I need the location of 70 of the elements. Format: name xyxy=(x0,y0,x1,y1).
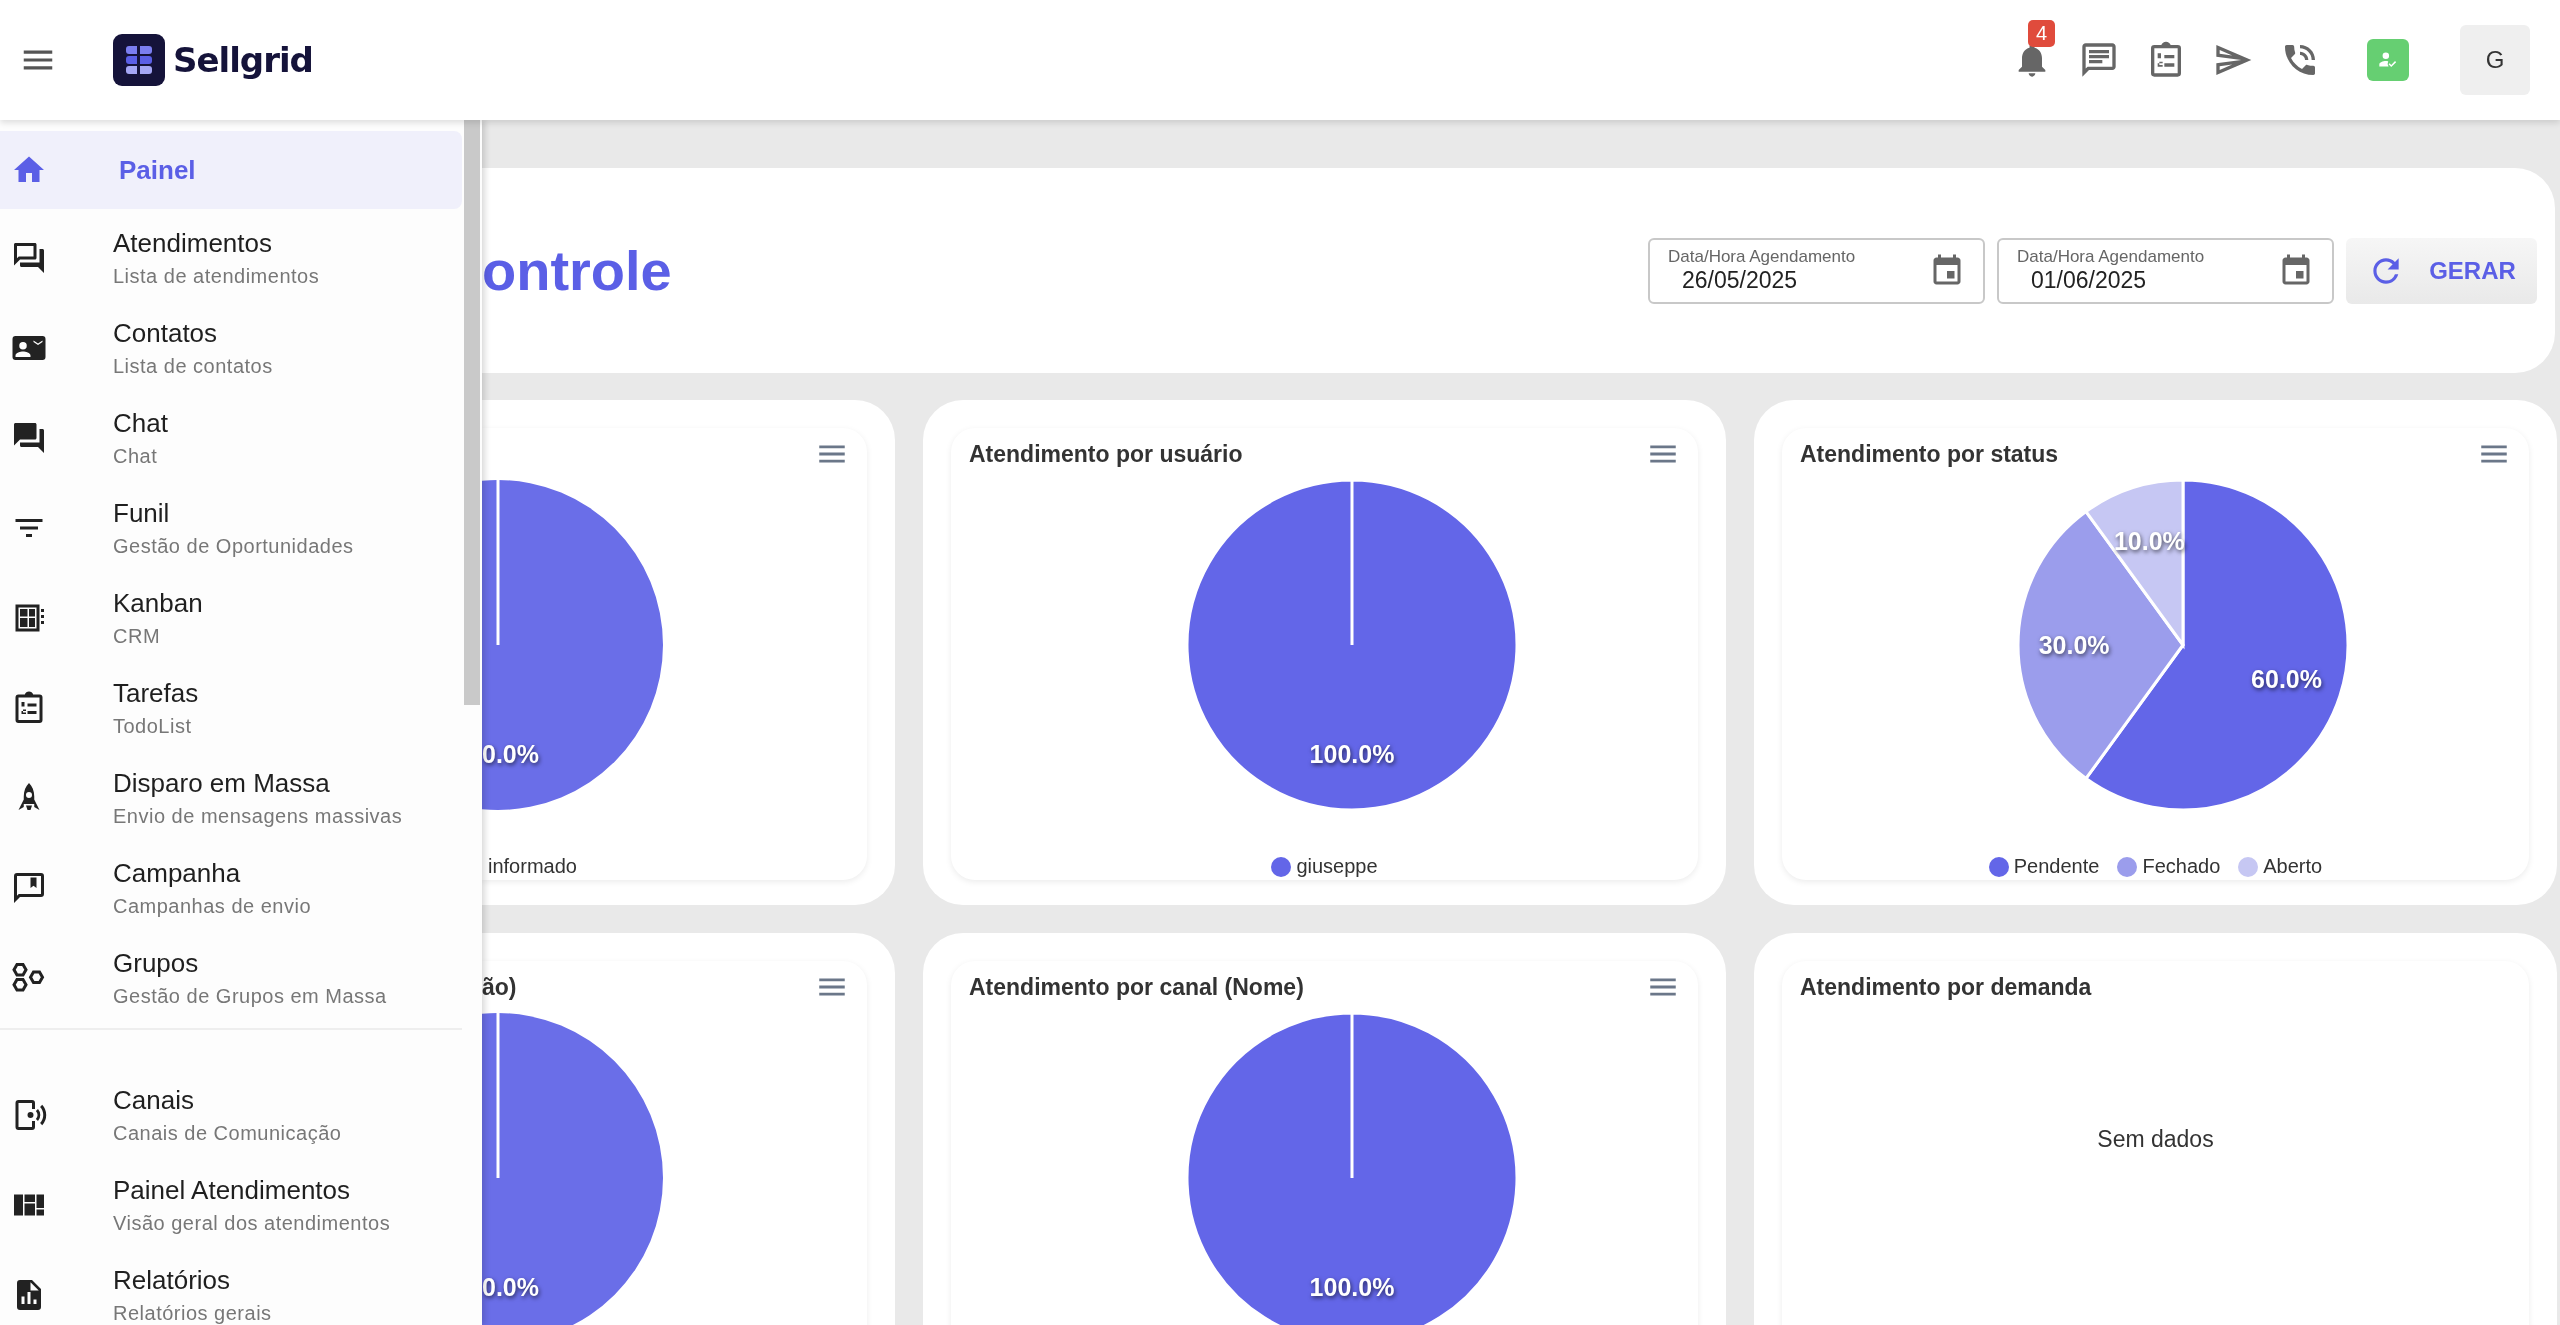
sidebar-item[interactable]: Funil Gestão de Oportunidades xyxy=(0,483,462,573)
sidebar-item-subtitle: Gestão de Grupos em Massa xyxy=(113,985,387,1008)
sidebar-item-subtitle: Relatórios gerais xyxy=(113,1302,272,1325)
sidebar-item-subtitle: Chat xyxy=(113,445,159,468)
sidebar-item-title: Atendimentos xyxy=(113,228,273,259)
date-field-label: Data/Hora Agendamento xyxy=(1668,247,1856,267)
legend-label[interactable]: Aberto xyxy=(2263,855,2323,878)
date-field-value: 01/06/2025 xyxy=(2031,267,2148,294)
user-avatar[interactable]: G xyxy=(2460,25,2530,95)
data-label: 0.0% xyxy=(482,740,539,768)
sidebar-item[interactable]: Kanban CRM xyxy=(0,573,462,663)
sidebar-item[interactable]: Disparo em Massa Envio de mensagens massivas xyxy=(0,753,462,843)
sidebar-item-title: Tarefas xyxy=(113,678,199,709)
sidebar-item-title: Relatórios xyxy=(113,1265,232,1296)
sidebar-item-subtitle: Visão geral dos atendimentos xyxy=(113,1212,391,1235)
sidebar-item-subtitle: Campanhas de envio xyxy=(113,895,311,918)
sidebar-item-title: Chat xyxy=(113,408,168,439)
sidebar-item-title: Painel Atendimentos xyxy=(113,1175,352,1206)
sidebar-item[interactable]: Grupos Gestão de Grupos em Massa xyxy=(0,933,462,1023)
sidebar-item[interactable]: Painel Atendimentos Visão geral dos atendimentos xyxy=(0,1160,462,1250)
sidebar-item-title: Contatos xyxy=(113,318,219,349)
sidebar-item[interactable]: Relatórios Relatórios gerais xyxy=(0,1250,462,1325)
sidebar-item-title: Painel xyxy=(119,154,196,186)
sidebar-item-subtitle: Envio de mensagens massivas xyxy=(113,805,403,828)
sidebar-item[interactable]: Painel xyxy=(0,131,462,209)
legend-label[interactable]: giuseppe xyxy=(1296,855,1378,878)
sidebar-item-subtitle: TodoList xyxy=(113,715,193,738)
chart-title: Atendimento por usuário xyxy=(969,440,1243,468)
sidebar-item[interactable]: Canais Canais de Comunicação xyxy=(0,1070,462,1160)
brand-name: Sellgrid xyxy=(173,40,313,80)
sidebar-item-subtitle: Canais de Comunicação xyxy=(113,1122,342,1145)
chart-title: Atendimento por canal (Nome) xyxy=(969,973,1304,1001)
notification-badge: 4 xyxy=(2028,20,2056,47)
scrollbar[interactable] xyxy=(464,120,480,705)
data-label: 60.0% xyxy=(2251,664,2322,693)
date-field-value: 26/05/2025 xyxy=(1682,267,1799,294)
logo-icon xyxy=(113,34,165,86)
sidebar-item[interactable]: Contatos Lista de contatos xyxy=(0,303,462,393)
sidebar-item-title: Grupos xyxy=(113,948,200,979)
bookmark-bubble-icon xyxy=(11,870,47,906)
chart-title: Atendimento por status xyxy=(1800,440,2059,468)
sidebar-item-title: Funil xyxy=(113,498,171,529)
date-field[interactable]: Data/Hora Agendamento 01/06/2025 xyxy=(1997,237,2334,304)
chart-title: Atendimento por demanda xyxy=(1800,973,2092,1001)
sidebar-item-subtitle: Lista de contatos xyxy=(113,355,273,378)
date-field[interactable]: Data/Hora Agendamento 26/05/2025 xyxy=(1648,237,1985,304)
date-field-label: Data/Hora Agendamento xyxy=(2017,247,2205,267)
sidebar-item-title: Kanban xyxy=(113,588,203,619)
sidebar-item-subtitle: Lista de atendimentos xyxy=(113,265,320,288)
sidebar-item-subtitle: Gestão de Oportunidades xyxy=(113,535,354,558)
data-label: 10.0% xyxy=(2113,527,2185,556)
sidebar-item-title: Campanha xyxy=(113,858,242,889)
sidebar-item[interactable]: Atendimentos Lista de atendimentos xyxy=(0,213,462,303)
legend-label[interactable]: Pendente xyxy=(2013,855,2100,878)
data-label: 0.0% xyxy=(482,1273,539,1301)
generate-button[interactable]: GERAR xyxy=(2346,237,2537,304)
sidebar-item-subtitle: CRM xyxy=(113,625,162,648)
legend-label: informado xyxy=(488,855,577,878)
sidebar-item-title: Disparo em Massa xyxy=(113,768,331,799)
data-label: 100.0% xyxy=(1309,739,1395,768)
sidebar-item[interactable]: Tarefas TodoList xyxy=(0,663,462,753)
page-title: ontrole xyxy=(482,238,672,303)
sidebar-item[interactable]: Chat Chat xyxy=(0,393,462,483)
legend-label[interactable]: Fechado xyxy=(2142,855,2221,878)
chart-title: ão) xyxy=(482,973,517,1001)
data-label: 30.0% xyxy=(2038,631,2110,659)
empty-message: Sem dados xyxy=(2097,1125,2214,1153)
sidebar-item[interactable]: Campanha Campanhas de envio xyxy=(0,843,462,933)
sidebar-item-title: Canais xyxy=(113,1085,195,1116)
data-label: 100.0% xyxy=(1309,1272,1395,1301)
